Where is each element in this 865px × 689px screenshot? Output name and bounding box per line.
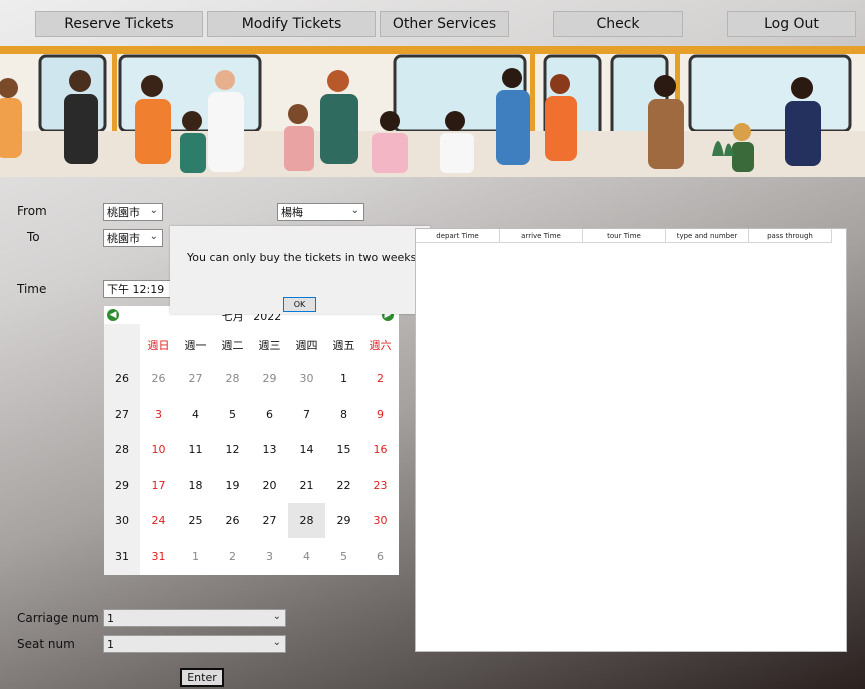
carriage-num-label: Carriage num [17,611,99,625]
seat-num-select[interactable]: 1 ⌄ [103,635,286,653]
calendar-day-cell[interactable]: 5 [325,539,362,574]
seat-num-value: 1 [107,637,114,651]
chevron-down-icon: ⌄ [350,205,359,216]
week-number: 30 [115,514,129,527]
calendar-day-cell[interactable]: 3 [140,397,177,432]
chevron-down-icon: ⌄ [272,611,281,622]
column-header-tour-time: tour Time [583,229,666,243]
calendar-day-cell[interactable]: 13 [251,432,288,467]
calendar-day-cell[interactable]: 8 [325,397,362,432]
log-out-button[interactable]: Log Out [727,11,856,37]
calendar-day-cell[interactable]: 31 [140,539,177,574]
calendar-day-cell[interactable]: 22 [325,468,362,503]
calendar-day-cell[interactable]: 10 [140,432,177,467]
date-picker-calendar: ◀ ▶ 七月 2022 週日 週一 週二 週三 週四 週五 週六 26 26 27 28 29 30 1… [104,306,399,575]
calendar-day-cell[interactable]: 12 [214,432,251,467]
calendar-day-cell[interactable]: 4 [288,539,325,574]
time-label: Time [17,282,47,296]
calendar-day-cell[interactable]: 30 [288,361,325,396]
carriage-num-select[interactable]: 1 ⌄ [103,609,286,627]
calendar-day-cell[interactable]: 2 [214,539,251,574]
enter-button[interactable]: Enter [180,668,224,687]
calendar-day-cell[interactable]: 23 [362,468,399,503]
dialog-message: You can only buy the tickets in two week… [187,251,417,264]
week-number: 27 [115,407,129,421]
calendar-day-cell[interactable]: 1 [177,539,214,574]
day-of-week-label: 週五 [332,339,355,352]
reserve-tickets-button[interactable]: Reserve Tickets [35,11,203,37]
calendar-day-cell[interactable]: 28 [288,503,325,538]
chevron-down-icon: ⌄ [149,231,158,242]
top-navigation: Reserve Tickets Modify Tickets Other Ser… [0,0,865,46]
calendar-day-cell[interactable]: 28 [214,361,251,396]
week-number: 31 [115,549,129,563]
column-header-pass-through: pass through [749,229,832,243]
train-passengers-banner [0,46,865,177]
calendar-day-cell[interactable]: 1 [325,361,362,396]
day-of-week-label: 週日 [147,339,170,352]
calendar-day-cell[interactable]: 2 [362,361,399,396]
calendar-day-cell[interactable]: 30 [362,503,399,538]
week-number: 29 [115,478,129,492]
results-table: depart Time arrive Time tour Time type a… [415,228,847,652]
day-of-week-label: 週二 [221,339,244,352]
calendar-day-cell[interactable]: 11 [177,432,214,467]
calendar-day-cell[interactable]: 17 [140,468,177,503]
carriage-num-value: 1 [107,611,114,625]
message-dialog: You can only buy the tickets in two week… [170,226,430,314]
modify-tickets-button[interactable]: Modify Tickets [207,11,376,37]
to-city-value: 桃園市 [107,232,140,245]
calendar-day-cell[interactable]: 29 [251,361,288,396]
calendar-day-cell[interactable]: 26 [214,503,251,538]
calendar-day-cell[interactable]: 6 [362,539,399,574]
seat-num-label: Seat num [17,637,75,651]
other-services-button[interactable]: Other Services [380,11,509,37]
from-city-value: 桃園市 [107,206,140,219]
chevron-down-icon: ⌄ [272,637,281,648]
calendar-day-cell[interactable]: 26 [140,361,177,396]
calendar-day-cell[interactable]: 9 [362,397,399,432]
calendar-day-cell[interactable]: 6 [251,397,288,432]
calendar-day-cell[interactable]: 27 [251,503,288,538]
calendar-day-cell[interactable]: 14 [288,432,325,467]
calendar-day-cell[interactable]: 16 [362,432,399,467]
column-header-depart-time: depart Time [416,229,500,243]
calendar-day-cell[interactable]: 27 [177,361,214,396]
day-of-week-label: 週四 [295,339,318,352]
from-label: From [17,204,47,218]
calendar-day-cell[interactable]: 21 [288,468,325,503]
calendar-day-cell[interactable]: 5 [214,397,251,432]
to-label: To [27,230,40,244]
day-of-week-label: 週六 [369,339,392,352]
calendar-day-cell[interactable]: 3 [251,539,288,574]
calendar-day-cell[interactable]: 4 [177,397,214,432]
column-header-arrive-time: arrive Time [500,229,583,243]
from-station-value: 楊梅 [281,206,303,219]
week-number: 26 [115,372,129,385]
calendar-day-cell[interactable]: 18 [177,468,214,503]
calendar-day-cell[interactable]: 25 [177,503,214,538]
to-city-select[interactable]: 桃園市 ⌄ [103,229,163,247]
from-station-select[interactable]: 楊梅 ⌄ [277,203,364,221]
day-of-week-label: 週三 [258,339,281,352]
week-number-header [104,324,140,360]
check-button[interactable]: Check [553,11,683,37]
calendar-day-cell[interactable]: 19 [214,468,251,503]
from-city-select[interactable]: 桃園市 ⌄ [103,203,163,221]
calendar-day-cell[interactable]: 24 [140,503,177,538]
chevron-down-icon: ⌄ [149,205,158,216]
calendar-day-cell[interactable]: 7 [288,397,325,432]
ok-button[interactable]: OK [283,297,316,312]
calendar-day-cell[interactable]: 15 [325,432,362,467]
calendar-day-cell[interactable]: 20 [251,468,288,503]
day-of-week-label: 週一 [184,339,207,352]
time-input[interactable]: 下午 12:19 [103,280,173,298]
calendar-day-cell[interactable]: 29 [325,503,362,538]
column-header-type-and-number: type and number [666,229,749,243]
week-number: 28 [115,443,129,456]
